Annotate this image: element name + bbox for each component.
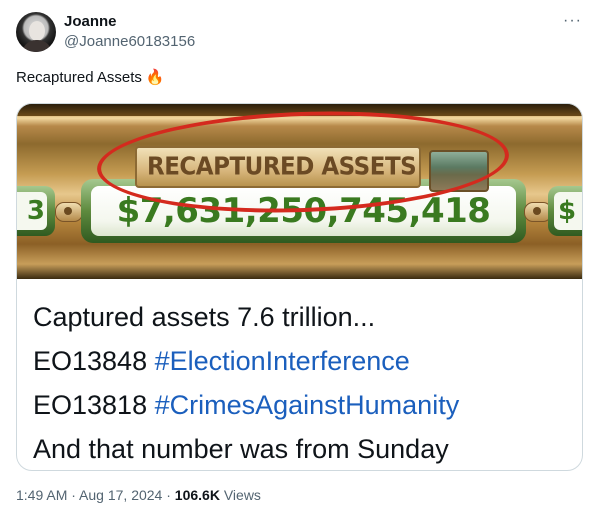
avatar-body (22, 40, 52, 52)
left-partial-counter: 3 (17, 186, 55, 236)
meta-separator: · (67, 487, 80, 503)
tweet-date[interactable]: Aug 17, 2024 (79, 487, 162, 503)
meta-separator: · (162, 487, 175, 503)
recaptured-assets-image[interactable]: 3 $7,631,250,745,418 $ RECAPTURED ASSETS (17, 104, 582, 279)
card-text: Captured assets 7.6 trillion... EO13848 … (17, 279, 582, 470)
tweet-time[interactable]: 1:49 AM (16, 487, 67, 503)
eo-number: EO13818 (33, 390, 155, 420)
tweet-text-content: Recaptured Assets (16, 68, 142, 86)
author-handle[interactable]: @Joanne60183156 (64, 33, 195, 50)
left-connector (55, 202, 83, 222)
card-line-2: EO13848 #ElectionInterference (33, 339, 566, 383)
views-label: Views (219, 487, 261, 503)
hashtag-crimes-against-humanity[interactable]: #CrimesAgainstHumanity (155, 390, 460, 420)
card-line-1: Captured assets 7.6 trillion... (33, 302, 376, 332)
tweet-header: Joanne @Joanne60183156 ··· (16, 10, 586, 54)
right-partial-digit: $ (554, 192, 582, 230)
card-line-4: And that number was from Sunday (33, 434, 449, 464)
author-name[interactable]: Joanne (64, 13, 117, 30)
avatar[interactable] (16, 12, 56, 52)
card-line-3: EO13818 #CrimesAgainstHumanity (33, 383, 566, 427)
left-partial-digit: 3 (17, 192, 47, 230)
tweet-meta: 1:49 AM · Aug 17, 2024 · 106.6K Views (16, 487, 261, 503)
quoted-media-card[interactable]: 3 $7,631,250,745,418 $ RECAPTURED ASSETS… (16, 103, 583, 471)
avatar-face (29, 21, 45, 41)
views-count: 106.6K (174, 487, 220, 503)
more-options-icon[interactable]: ··· (563, 12, 582, 30)
hashtag-election-interference[interactable]: #ElectionInterference (155, 346, 410, 376)
eo-number: EO13848 (33, 346, 155, 376)
right-partial-counter: $ (548, 186, 582, 236)
tweet-text: Recaptured Assets 🔥 (16, 68, 165, 87)
fire-emoji-icon: 🔥 (145, 69, 165, 86)
